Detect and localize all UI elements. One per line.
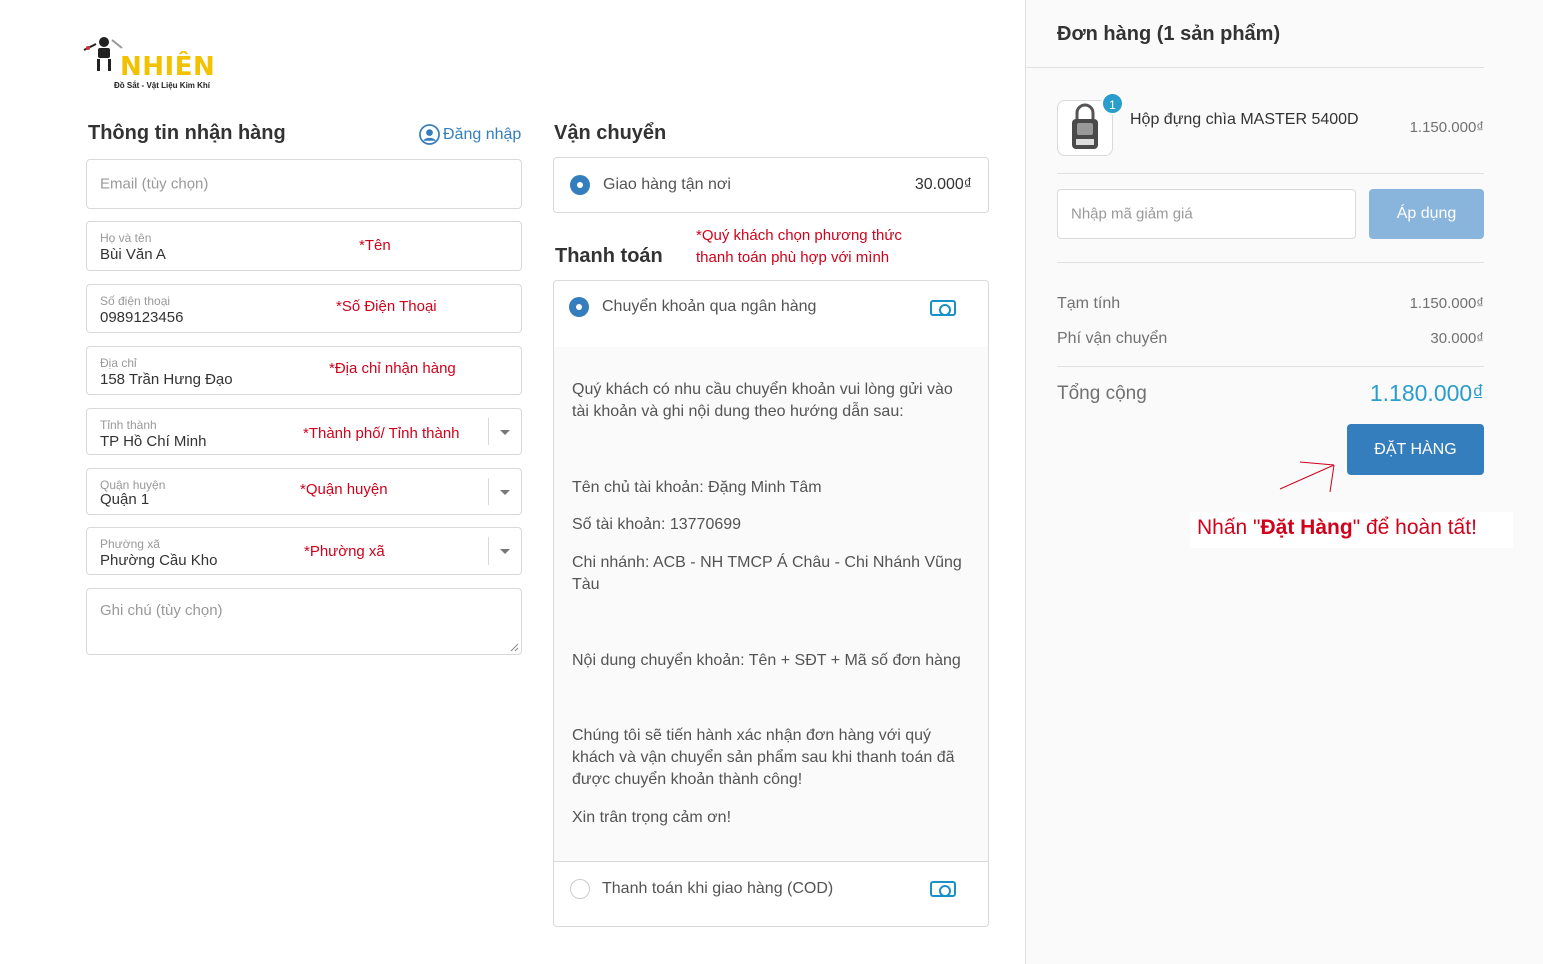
sidebar-divider: [1057, 366, 1484, 367]
address-value: 158 Trần Hưng Đạo: [100, 371, 233, 388]
product-name: Hộp đựng chìa MASTER 5400D: [1130, 111, 1359, 128]
order-title: Đơn hàng (1 sản phẩm): [1057, 23, 1281, 45]
province-label: Tỉnh thành: [100, 418, 157, 432]
cash-icon: [930, 300, 956, 316]
apply-discount-button[interactable]: Áp dụng: [1369, 189, 1484, 239]
chevron-down-icon: [500, 549, 510, 554]
province-annotation: *Thành phố/ Tỉnh thành: [303, 425, 460, 442]
bank-info-content: Nội dung chuyển khoản: Tên + SĐT + Mã số…: [572, 652, 961, 669]
subtotal-value: 1.150.000₫: [1409, 295, 1484, 312]
email-placeholder: Email (tùy chọn): [100, 175, 209, 193]
ward-divider: [488, 537, 489, 565]
place-order-button[interactable]: ĐẶT HÀNG: [1347, 424, 1484, 475]
bank-radio-selected[interactable]: [569, 297, 589, 317]
email-field[interactable]: Email (tùy chọn): [86, 159, 522, 209]
sidebar-divider: [1057, 262, 1484, 263]
district-divider: [488, 478, 489, 505]
product-price: 1.150.000₫: [1409, 119, 1484, 136]
login-label: Đăng nhập: [443, 125, 522, 143]
bank-info-branch: Chi nhánh: ACB - NH TMCP Á Châu - Chi Nh…: [572, 554, 962, 593]
payment-option-bank[interactable]: Chuyển khoản qua ngân hàng: [553, 280, 989, 347]
bank-info-account: Số tài khoản: 13770699: [572, 516, 742, 533]
bank-info-intro: Quý khách có nhu cầu chuyển khoản vui lò…: [572, 381, 953, 420]
order-hint: Nhấn "Đặt Hàng" để hoàn tất!: [1197, 516, 1477, 540]
login-link[interactable]: Đăng nhập: [419, 124, 521, 145]
payment-section-title: Thanh toán: [555, 245, 663, 267]
address-label: Địa chỉ: [100, 356, 137, 370]
logo-tagline: Đồ Sắt - Vật Liệu Kim Khí: [114, 81, 211, 90]
bank-option-label: Chuyển khoản qua ngân hàng: [602, 298, 817, 315]
cod-option-label: Thanh toán khi giao hàng (COD): [602, 880, 834, 897]
name-label: Họ và tên: [100, 231, 152, 245]
total-value: 1.180.000₫: [1369, 380, 1484, 406]
district-select[interactable]: Quận huyện Quận 1 *Quận huyện: [86, 468, 522, 515]
shipping-option-price: 30.000₫: [914, 176, 972, 193]
logo-text: NHIÊN: [120, 52, 216, 82]
name-value: Bùi Văn A: [100, 246, 166, 263]
cash-icon: [930, 881, 956, 897]
name-field[interactable]: Họ và tên Bùi Văn A *Tên: [86, 221, 522, 271]
order-hint-suffix: " để hoàn tất!: [1352, 516, 1477, 539]
discount-placeholder: Nhập mã giảm giá: [1071, 205, 1193, 223]
bank-info-owner: Tên chủ tài khoản: Đặng Minh Tâm: [572, 479, 822, 496]
province-select[interactable]: Tỉnh thành TP Hồ Chí Minh *Thành phố/ Tỉ…: [86, 408, 522, 455]
ward-annotation: *Phường xã: [304, 543, 385, 560]
shipping-fee-value: 30.000₫: [1430, 330, 1484, 347]
district-annotation: *Quận huyện: [300, 481, 388, 498]
shipping-fee-label: Phí vận chuyển: [1057, 330, 1168, 347]
order-hint-bold: Đặt Hàng: [1260, 516, 1353, 539]
chevron-down-icon: [500, 429, 510, 435]
province-value: TP Hồ Chí Minh: [100, 433, 207, 450]
resize-handle-icon[interactable]: [509, 642, 519, 652]
phone-annotation: *Số Điện Thoại: [336, 298, 437, 315]
sidebar-divider: [1026, 67, 1484, 68]
arrow-icon: [1279, 461, 1335, 493]
brand-logo[interactable]: NHIÊN Đồ Sắt - Vật Liệu Kim Khí: [82, 32, 232, 94]
shipping-option-delivery[interactable]: Giao hàng tận nơi 30.000₫: [553, 157, 989, 213]
payment-annotation-line2: thanh toán phù hợp với mình: [696, 249, 890, 266]
bank-transfer-info: Quý khách có nhu cầu chuyển khoản vui lò…: [553, 347, 989, 861]
subtotal-label: Tạm tính: [1057, 295, 1121, 312]
notes-textarea[interactable]: Ghi chú (tùy chọn): [86, 588, 522, 655]
sidebar-divider: [1057, 173, 1484, 174]
ward-label: Phường xã: [100, 537, 160, 551]
district-label: Quận huyện: [100, 478, 166, 492]
cod-radio[interactable]: [570, 879, 590, 899]
shipping-radio-selected[interactable]: [570, 175, 590, 195]
phone-label: Số điện thoại: [100, 294, 171, 308]
shipping-section-title: Vận chuyển: [554, 122, 667, 144]
payment-annotation-line1: *Quý khách chọn phương thức: [696, 227, 902, 244]
user-icon: [419, 124, 440, 145]
customer-section-title: Thông tin nhận hàng: [88, 122, 286, 144]
phone-field[interactable]: Số điện thoại 0989123456 *Số Điện Thoại: [86, 284, 522, 333]
bank-info-thanks: Xin trân trọng cảm ơn!: [572, 809, 732, 826]
payment-option-cod[interactable]: Thanh toán khi giao hàng (COD): [553, 862, 989, 926]
address-annotation: *Địa chỉ nhận hàng: [329, 360, 456, 377]
district-value: Quận 1: [100, 491, 150, 508]
discount-code-input[interactable]: Nhập mã giảm giá: [1057, 189, 1356, 239]
bank-info-confirm: Chúng tôi sẽ tiến hành xác nhận đơn hàng…: [572, 727, 955, 788]
province-divider: [488, 418, 489, 445]
product-quantity-badge: 1: [1101, 92, 1124, 115]
order-hint-prefix: Nhấn ": [1197, 516, 1261, 539]
ward-select[interactable]: Phường xã Phường Cầu Kho *Phường xã: [86, 527, 522, 575]
total-label: Tổng cộng: [1057, 383, 1147, 404]
notes-placeholder: Ghi chú (tùy chọn): [100, 602, 223, 619]
chevron-down-icon: [500, 489, 510, 495]
shipping-option-label: Giao hàng tận nơi: [603, 176, 731, 193]
address-field[interactable]: Địa chỉ 158 Trần Hưng Đạo *Địa chỉ nhận …: [86, 346, 522, 395]
name-annotation: *Tên: [359, 237, 391, 254]
ward-value: Phường Cầu Kho: [100, 552, 218, 569]
phone-value: 0989123456: [100, 309, 184, 326]
